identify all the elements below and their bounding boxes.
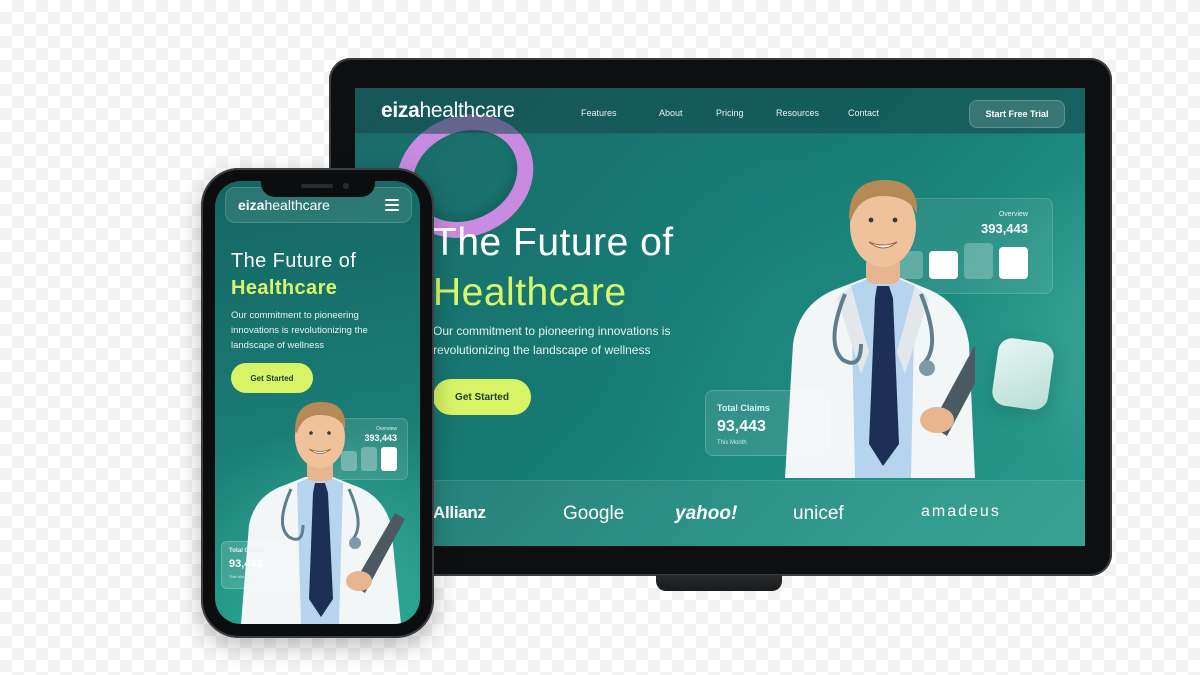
phone-doctor-image <box>241 402 405 624</box>
phone-speaker <box>301 184 333 188</box>
nav-link-resources[interactable]: Resources <box>776 108 848 118</box>
get-started-button[interactable]: Get Started <box>433 379 531 415</box>
hero-subtitle: Our commitment to pioneering innovations… <box>433 324 671 357</box>
phone-hero-subtitle: Our commitment to pioneering innovations… <box>231 310 368 351</box>
overview-bar <box>999 247 1028 279</box>
nav-link-contact[interactable]: Contact <box>848 108 898 118</box>
total-claims-value: 93,443 <box>717 418 766 435</box>
phone-brand-name-regular: healthcare <box>264 197 330 213</box>
google-logo: Google <box>563 503 625 524</box>
brand-logo[interactable]: eizahealthcare <box>381 99 515 123</box>
total-claims-period: This Month <box>717 440 747 446</box>
start-free-trial-button[interactable]: Start Free Trial <box>969 100 1065 128</box>
phone-brand-logo[interactable]: eizahealthcare <box>238 197 330 213</box>
laptop-navbar: eizahealthcare Features About Pricing Re… <box>355 88 1085 134</box>
phone-get-started-button[interactable]: Get Started <box>231 363 313 393</box>
phone-total-claims-label: Total Claims <box>229 548 265 554</box>
hero-title-highlight: Healthcare <box>433 271 627 314</box>
phone-notch <box>261 179 375 197</box>
phone-screen: eizahealthcare The Future of Healthcare … <box>215 181 420 624</box>
hero-title-line1: The Future of <box>433 221 674 264</box>
overview-label: Overview <box>998 211 1028 218</box>
nav-link-features[interactable]: Features <box>581 108 659 118</box>
laptop-stand <box>656 575 782 591</box>
laptop-screen: eizahealthcare Features About Pricing Re… <box>355 88 1085 546</box>
phone-total-claims-value: 93,443 <box>229 558 263 570</box>
phone-hero-title-line1: The Future of <box>231 250 357 272</box>
phone-hero-title-highlight: Healthcare <box>231 277 338 299</box>
nav-link-pricing[interactable]: Pricing <box>716 108 776 118</box>
overview-value: 393,443 <box>981 221 1028 236</box>
brand-name-regular: healthcare <box>419 99 515 122</box>
partner-logos-strip: Allianz Google yahoo! unicef amadeus <box>355 480 1085 546</box>
nav-links: Features About Pricing Resources Contact <box>581 108 898 118</box>
amadeus-logo: amadeus <box>921 503 1001 520</box>
yahoo-logo: yahoo! <box>675 503 738 524</box>
phone-camera <box>343 183 349 189</box>
phone-total-claims-period: This Month <box>229 574 249 579</box>
decorative-cube <box>990 336 1056 412</box>
nav-link-about[interactable]: About <box>659 108 716 118</box>
phone-total-claims-card: Total Claims 93,443 This Month <box>221 541 297 589</box>
total-claims-label: Total Claims <box>717 403 770 413</box>
unicef-logo: unicef <box>793 503 844 524</box>
total-claims-card: Total Claims 93,443 This Month <box>705 390 829 456</box>
hero-title: The Future of Healthcare <box>433 218 674 318</box>
hamburger-menu-icon[interactable] <box>385 199 399 211</box>
brand-name-bold: eiza <box>381 99 420 122</box>
allianz-logo: Allianz <box>433 503 486 522</box>
phone-hero-title: The Future of Healthcare <box>231 248 356 302</box>
phone-brand-name-bold: eiza <box>238 197 265 213</box>
